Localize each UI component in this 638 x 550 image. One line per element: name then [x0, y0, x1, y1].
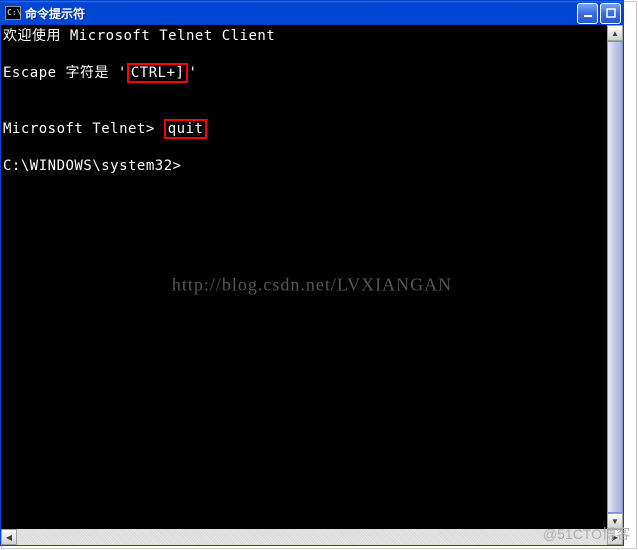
watermark-center: http://blog.csdn.net/LVXIANGAN: [172, 275, 452, 296]
maximize-button[interactable]: [600, 3, 621, 24]
terminal-line-blank: [3, 83, 623, 101]
scroll-down-button[interactable]: ▼: [607, 513, 623, 529]
telnet-prompt: Microsoft Telnet>: [3, 121, 164, 137]
scroll-track-horizontal[interactable]: [17, 529, 607, 545]
terminal-line-escape: Escape 字符是 'CTRL+]': [3, 63, 623, 83]
scroll-left-button[interactable]: ◀: [1, 529, 17, 545]
terminal-line-blank: [3, 101, 623, 119]
app-icon: C:\: [5, 6, 21, 20]
minimize-icon: [583, 8, 593, 18]
minimize-button[interactable]: [577, 3, 598, 24]
command-prompt-window: C:\ 命令提示符 欢迎使用 Microsoft Telnet Client E…: [0, 0, 624, 546]
quit-command-highlight: quit: [164, 119, 208, 139]
escape-prefix: Escape 字符是 ': [3, 65, 127, 81]
terminal-line-telnet-prompt: Microsoft Telnet> quit: [3, 119, 623, 139]
terminal-line-blank: [3, 45, 623, 63]
terminal-line-system-prompt: C:\WINDOWS\system32>: [3, 157, 623, 175]
scroll-up-button[interactable]: ▲: [607, 25, 623, 41]
terminal-area[interactable]: 欢迎使用 Microsoft Telnet Client Escape 字符是 …: [1, 25, 623, 545]
maximize-icon: [606, 8, 616, 18]
window-title: 命令提示符: [25, 5, 577, 22]
escape-key-highlight: CTRL+]: [127, 63, 189, 83]
terminal-line-welcome: 欢迎使用 Microsoft Telnet Client: [3, 27, 623, 45]
escape-suffix: ': [188, 65, 197, 81]
vertical-scrollbar[interactable]: ▲ ▼: [607, 25, 623, 529]
terminal-line-blank: [3, 139, 623, 157]
horizontal-scrollbar[interactable]: ◀ ▶: [1, 529, 623, 545]
scroll-thumb-vertical[interactable]: [607, 41, 623, 513]
scroll-track-vertical[interactable]: [607, 41, 623, 513]
window-controls: [577, 3, 623, 24]
scroll-right-button[interactable]: ▶: [607, 529, 623, 545]
titlebar[interactable]: C:\ 命令提示符: [1, 1, 623, 25]
